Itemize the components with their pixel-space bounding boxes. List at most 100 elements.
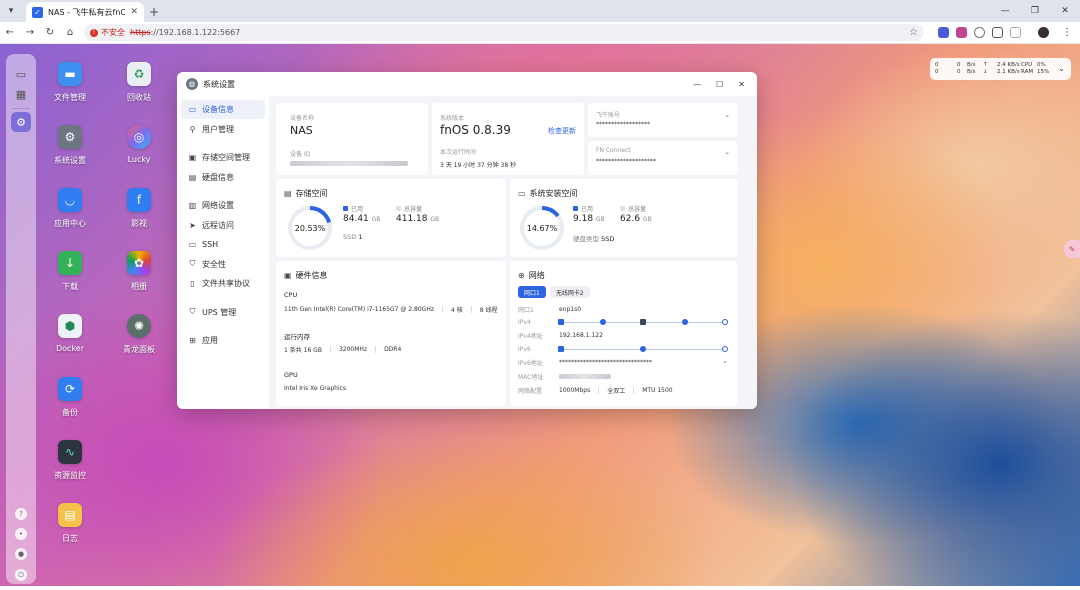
power-icon[interactable]: ⏻ bbox=[15, 569, 27, 581]
tab-wireless-2[interactable]: 无线网卡2 bbox=[549, 286, 590, 298]
app-store[interactable]: ◡ 应用中心 bbox=[40, 188, 100, 229]
device-id-label: 设备 ID bbox=[290, 151, 311, 158]
check-update-link[interactable]: 检查更新 bbox=[548, 126, 576, 136]
monitor-label: CPU bbox=[1021, 61, 1033, 68]
app-lucky[interactable]: ◎ Lucky bbox=[109, 125, 169, 164]
total-unit: GB bbox=[642, 216, 652, 223]
hardware-card: ▣ 硬件信息 CPU 11th Gen Intel(R) Core(TM) i7… bbox=[276, 261, 506, 406]
sidebar-item-users[interactable]: ⚲ 用户管理 bbox=[181, 120, 265, 139]
sidebar-item-network[interactable]: ▥ 网络设置 bbox=[181, 196, 265, 215]
app-resource-monitor[interactable]: ∿ 资源监控 bbox=[40, 440, 100, 481]
forward-icon[interactable]: → bbox=[20, 22, 40, 44]
app-recycle-bin[interactable]: ♻ 回收站 bbox=[109, 62, 169, 103]
total-value: 411.18 bbox=[396, 214, 428, 224]
close-window-icon[interactable]: ✕ bbox=[1050, 0, 1080, 22]
app-backup[interactable]: ⟳ 备份 bbox=[40, 377, 100, 418]
sidebar-item-file-share[interactable]: ▯ 文件共享协议 bbox=[181, 274, 265, 293]
minimize-icon[interactable]: — bbox=[990, 0, 1020, 22]
app-photos[interactable]: ✿ 相册 bbox=[109, 251, 169, 292]
back-icon[interactable]: ← bbox=[0, 22, 20, 44]
window-maximize-icon[interactable]: ☐ bbox=[716, 80, 723, 89]
app-download[interactable]: ↓ 下载 bbox=[40, 251, 100, 292]
browser-tabbar: ▾ ✓ NAS - 飞牛私有云fnOS ✕ + — ❐ ✕ bbox=[0, 0, 1080, 22]
window-close-icon[interactable]: ✕ bbox=[738, 80, 745, 89]
monitor-value: 2.1 KB/s bbox=[997, 68, 1020, 75]
app-label: Docker bbox=[55, 344, 84, 353]
sidebar-item-label: 远程访问 bbox=[202, 220, 234, 230]
app-video[interactable]: f 影视 bbox=[109, 188, 169, 229]
sidebar-item-security[interactable]: ⛉ 安全性 bbox=[181, 255, 265, 274]
side-assistant-icon[interactable]: ✎ bbox=[1064, 240, 1080, 258]
ups-icon: ⛉ bbox=[189, 307, 196, 316]
chevron-down-icon[interactable]: ⌄ bbox=[724, 111, 730, 119]
close-tab-icon[interactable]: ✕ bbox=[130, 7, 138, 17]
sidepanel-icon[interactable] bbox=[1010, 27, 1021, 38]
disk-icon: ▤ bbox=[188, 172, 197, 182]
widgets-icon[interactable]: ▦ bbox=[11, 84, 31, 104]
app-docker[interactable]: ⬢ Docker bbox=[40, 314, 100, 353]
storage-icon: ▤ bbox=[284, 189, 292, 198]
gear-icon: ⚙ bbox=[58, 125, 82, 149]
app-log[interactable]: ▤ 日志 bbox=[40, 503, 100, 544]
bell-icon[interactable]: • bbox=[15, 528, 27, 540]
app-label: 回收站 bbox=[127, 93, 151, 102]
sidebar-item-remote-access[interactable]: ➤ 远程访问 bbox=[181, 216, 265, 235]
ipv6-address-label: IPv6地址 bbox=[518, 359, 543, 367]
feiniu-account-card[interactable]: 飞牛账号 ****************** ⌄ bbox=[588, 103, 738, 137]
disk-icon: ▭ bbox=[518, 189, 526, 198]
cpu-cores: 4 核 bbox=[450, 307, 463, 314]
insecure-label: 不安全 bbox=[101, 28, 125, 37]
chevron-down-icon[interactable]: ⌄ bbox=[722, 357, 728, 365]
tab-port-1[interactable]: 网口1 bbox=[518, 286, 546, 298]
browser-tab-active[interactable]: ✓ NAS - 飞牛私有云fnOS ✕ bbox=[26, 2, 144, 22]
desktop-icon[interactable]: ▭ bbox=[11, 64, 31, 84]
help-icon[interactable]: ? bbox=[15, 508, 27, 520]
chevron-down-icon[interactable]: ⌄ bbox=[1058, 64, 1065, 73]
network-config-row: 网络配置 1000Mbps 全双工 MTU 1500 bbox=[518, 385, 673, 395]
security-indicator[interactable]: ! 不安全 bbox=[90, 27, 125, 38]
tab-search-icon[interactable]: ▾ bbox=[0, 0, 22, 22]
app-label: 文件管理 bbox=[54, 93, 86, 102]
settings-dock-icon[interactable]: ⚙ bbox=[11, 112, 31, 132]
browser-menu-icon[interactable]: ⋮ bbox=[1062, 27, 1072, 38]
resource-monitor-widget[interactable]: 0 0 B/s ↑ 2.4 KB/s CPU 0% 0 0 B/s ↓ 2.1 … bbox=[930, 58, 1071, 80]
sidebar-item-device-info[interactable]: ▭ 设备信息 bbox=[181, 100, 265, 119]
window-controls: — ❐ ✕ bbox=[990, 0, 1080, 22]
window-titlebar[interactable]: ⚙ 系统设置 — ☐ ✕ bbox=[177, 72, 757, 96]
sidebar-item-apps[interactable]: ⊞ 应用 bbox=[181, 331, 265, 350]
extension-2-icon[interactable] bbox=[956, 27, 967, 38]
new-tab-button[interactable]: + bbox=[144, 2, 164, 22]
uptime-label: 本次运行时间 bbox=[440, 149, 477, 156]
device-name-value: NAS bbox=[290, 124, 313, 137]
reload-icon[interactable]: ↻ bbox=[40, 22, 60, 44]
sidebar-item-ssh[interactable]: ▭ SSH bbox=[181, 235, 265, 254]
mac-redacted bbox=[559, 373, 611, 379]
router-node-icon bbox=[640, 319, 646, 325]
extension-1-icon[interactable] bbox=[938, 27, 949, 38]
ipv4-row: IPv4 bbox=[518, 317, 559, 327]
bookmark-star-icon[interactable]: ☆ bbox=[909, 27, 918, 38]
restore-icon[interactable]: ❐ bbox=[1020, 0, 1050, 22]
monitor-value: 0 bbox=[935, 68, 939, 75]
port-label: 网口1 bbox=[518, 306, 534, 314]
sidebar-item-storage[interactable]: ▣ 存储空间管理 bbox=[181, 148, 265, 167]
app-qinglong[interactable]: ✺ 青龙面板 bbox=[109, 314, 169, 355]
app-system-settings[interactable]: ⚙ 系统设置 bbox=[40, 125, 100, 166]
sidebar-item-disk[interactable]: ▤ 硬盘信息 bbox=[181, 168, 265, 187]
app-file-manager[interactable]: ▬ 文件管理 bbox=[40, 62, 100, 103]
fn-connect-card[interactable]: FN Connect ******************** ⌄ bbox=[588, 141, 738, 175]
warning-icon: ! bbox=[90, 28, 98, 37]
monitor-value: 2.4 KB/s bbox=[997, 61, 1020, 68]
extensions-puzzle-icon[interactable] bbox=[992, 27, 1003, 38]
lucky-icon: ◎ bbox=[127, 125, 151, 149]
extension-3-icon[interactable] bbox=[974, 27, 985, 38]
device-card: 设备名称 NAS 设备 ID bbox=[276, 103, 428, 175]
window-minimize-icon[interactable]: — bbox=[693, 80, 701, 89]
chevron-down-icon[interactable]: ⌄ bbox=[724, 148, 730, 156]
address-bar[interactable]: ! 不安全 https://192.168.1.122:5667 ☆ bbox=[84, 24, 924, 41]
user-icon[interactable]: ● bbox=[15, 548, 27, 560]
feiniu-account-label: 飞牛账号 bbox=[596, 112, 621, 119]
home-icon[interactable]: ⌂ bbox=[60, 22, 80, 44]
profile-avatar[interactable] bbox=[1038, 27, 1049, 38]
sidebar-item-ups[interactable]: ⛉ UPS 管理 bbox=[181, 303, 265, 322]
